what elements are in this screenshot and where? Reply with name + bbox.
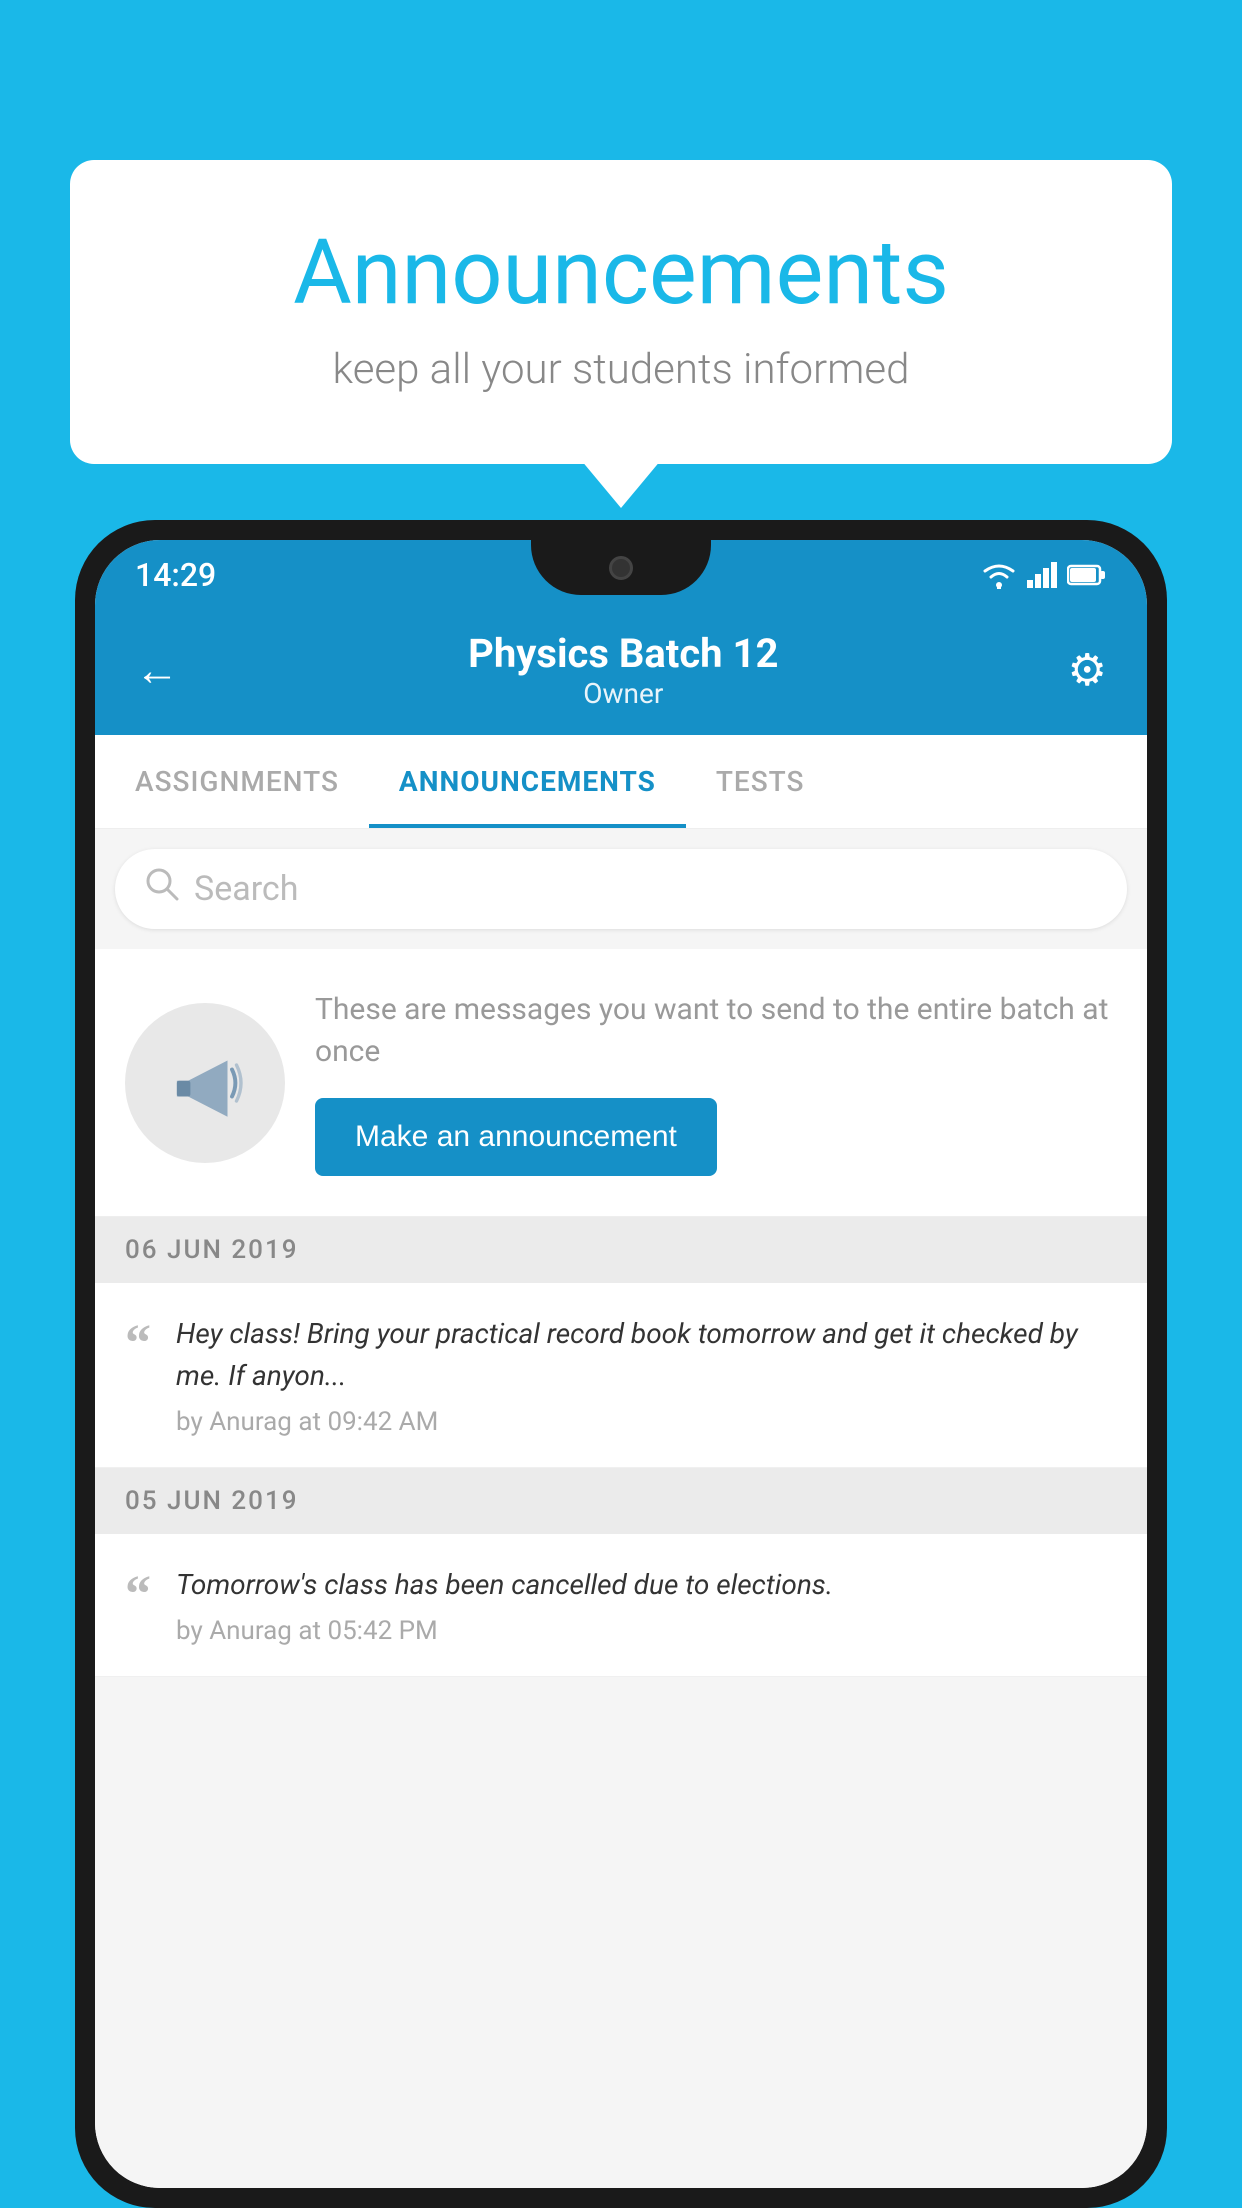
speech-bubble-subtitle: keep all your students informed <box>150 345 1092 394</box>
announcement-icon-circle <box>125 1003 285 1163</box>
header-title-section: Physics Batch 12 Owner <box>179 630 1068 710</box>
tab-announcements[interactable]: ANNOUNCEMENTS <box>369 735 686 828</box>
header-title: Physics Batch 12 <box>179 630 1068 677</box>
battery-icon <box>1067 564 1107 586</box>
quote-icon-2: “ <box>125 1569 151 1621</box>
announcement-text-block-1: Hey class! Bring your practical record b… <box>176 1313 1117 1437</box>
notch <box>531 540 711 595</box>
announcement-message-1: Hey class! Bring your practical record b… <box>176 1313 1117 1397</box>
announcement-text-block-2: Tomorrow's class has been cancelled due … <box>176 1564 1117 1646</box>
announcement-author-1: by Anurag at 09:42 AM <box>176 1407 1117 1437</box>
announcement-cta-right: These are messages you want to send to t… <box>315 989 1117 1176</box>
speech-bubble-container: Announcements keep all your students inf… <box>70 160 1172 464</box>
status-time: 14:29 <box>135 556 216 594</box>
announcement-cta-section: These are messages you want to send to t… <box>95 949 1147 1217</box>
camera <box>609 556 633 580</box>
search-icon <box>145 867 179 911</box>
back-button[interactable]: ← <box>135 644 179 696</box>
date-separator-2: 05 JUN 2019 <box>95 1468 1147 1534</box>
settings-button[interactable]: ⚙ <box>1068 644 1107 696</box>
speech-bubble-title: Announcements <box>150 220 1092 325</box>
tabs-bar: ASSIGNMENTS ANNOUNCEMENTS TESTS <box>95 735 1147 829</box>
app-header: ← Physics Batch 12 Owner ⚙ <box>95 610 1147 735</box>
signal-icon <box>1027 562 1057 588</box>
content-area: Search Thes <box>95 829 1147 2188</box>
tab-tests[interactable]: TESTS <box>686 735 835 828</box>
search-bar[interactable]: Search <box>115 849 1127 929</box>
wifi-icon <box>981 561 1017 589</box>
status-icons <box>981 561 1107 589</box>
speech-bubble: Announcements keep all your students inf… <box>70 160 1172 464</box>
header-subtitle: Owner <box>179 677 1068 710</box>
phone-screen: 14:29 <box>95 540 1147 2188</box>
status-bar: 14:29 <box>95 540 1147 610</box>
date-separator-1: 06 JUN 2019 <box>95 1217 1147 1283</box>
tab-assignments[interactable]: ASSIGNMENTS <box>105 735 369 828</box>
phone-outer: 14:29 <box>75 520 1167 2208</box>
announcement-author-2: by Anurag at 05:42 PM <box>176 1616 1117 1646</box>
announcement-cta-description: These are messages you want to send to t… <box>315 989 1117 1073</box>
phone-container: 14:29 <box>75 520 1167 2208</box>
quote-icon-1: “ <box>125 1318 151 1370</box>
megaphone-icon <box>160 1038 250 1128</box>
announcement-message-2: Tomorrow's class has been cancelled due … <box>176 1564 1117 1606</box>
announcement-item-2: “ Tomorrow's class has been cancelled du… <box>95 1534 1147 1677</box>
announcement-item-1: “ Hey class! Bring your practical record… <box>95 1283 1147 1468</box>
make-announcement-button[interactable]: Make an announcement <box>315 1098 717 1176</box>
search-placeholder: Search <box>194 869 298 909</box>
